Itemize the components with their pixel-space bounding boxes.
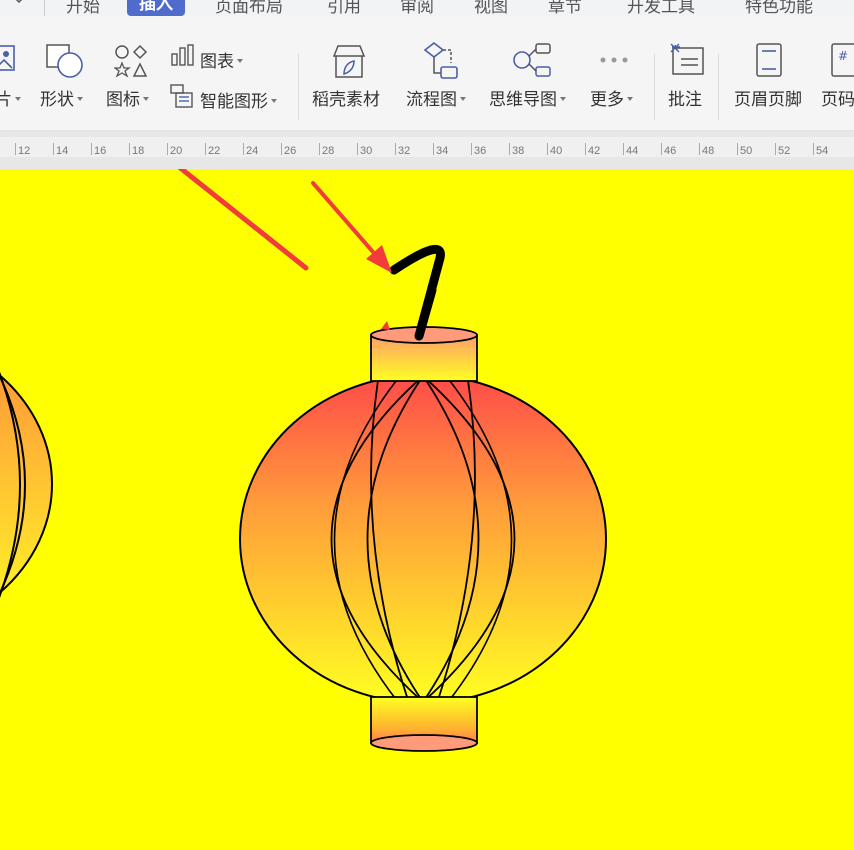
ruler-number: 32 xyxy=(398,145,411,157)
document-canvas[interactable] xyxy=(0,169,854,850)
ruler-number: 40 xyxy=(550,145,563,157)
ruler-number: 28 xyxy=(322,145,335,157)
ruler-number: 34 xyxy=(436,145,449,157)
header-footer-button[interactable]: 页眉页脚 xyxy=(734,85,802,110)
ruler-number: 48 xyxy=(702,145,715,157)
svg-text:#: # xyxy=(838,49,848,63)
tab-home[interactable]: 开始 xyxy=(66,0,100,16)
ruler-number: 18 xyxy=(132,145,145,157)
lantern-shape[interactable] xyxy=(239,245,607,752)
comment-button[interactable]: 批注 xyxy=(668,85,702,110)
ruler-number: 54 xyxy=(816,145,829,157)
mindmap-button[interactable]: 思维导图 xyxy=(489,85,566,110)
shape-icon[interactable] xyxy=(46,44,84,80)
ruler-number: 14 xyxy=(56,145,69,157)
picture-button[interactable]: 片 xyxy=(0,85,21,110)
ruler-strip: 12 14 16 18 20 22 24 26 28 30 32 34 36 3… xyxy=(0,137,854,157)
ruler-number: 50 xyxy=(740,145,753,157)
tab-special-features[interactable]: 特色功能 xyxy=(745,0,813,16)
daoke-material-icon[interactable] xyxy=(331,44,367,80)
mindmap-icon[interactable] xyxy=(512,41,552,79)
icons-gallery-icon[interactable] xyxy=(114,44,148,78)
more-button[interactable]: 更多 xyxy=(590,85,633,110)
tab-section[interactable]: 章节 xyxy=(548,0,582,16)
comment-icon[interactable] xyxy=(669,42,705,76)
menu-tab-bar: 开始 插入 页面布局 引用 审阅 视图 章节 开发工具 特色功能 xyxy=(0,0,854,16)
ribbon-toolbar: 片 形状 图标 图表 智能图形 稻壳素材 流程图 思维导图 更多 批注 页眉页脚… xyxy=(0,16,854,131)
drawing-area xyxy=(0,169,607,752)
smart-graphic-button[interactable]: 智能图形 xyxy=(200,87,277,112)
ruler-number: 44 xyxy=(626,145,639,157)
chart-button[interactable]: 图表 xyxy=(200,47,243,72)
picture-icon[interactable] xyxy=(0,44,18,74)
ruler-number: 38 xyxy=(512,145,525,157)
chart-icon[interactable] xyxy=(171,44,195,66)
smart-graphic-icon[interactable] xyxy=(170,84,194,108)
ruler-number: 42 xyxy=(588,145,601,157)
ruler-number: 46 xyxy=(664,145,677,157)
annotation-arrow-to-hook xyxy=(311,181,392,273)
flowchart-button[interactable]: 流程图 xyxy=(406,85,466,110)
icon-button[interactable]: 图标 xyxy=(106,85,149,110)
ruler-number: 26 xyxy=(284,145,297,157)
ruler-number: 22 xyxy=(208,145,221,157)
page-number-icon[interactable]: # xyxy=(830,42,854,78)
ruler-number: 24 xyxy=(246,145,259,157)
ruler-number: 36 xyxy=(474,145,487,157)
shape-button[interactable]: 形状 xyxy=(40,85,83,110)
annotation-arrow-to-shape xyxy=(177,169,309,271)
ribbon-divider xyxy=(654,54,655,120)
ruler-number: 30 xyxy=(360,145,373,157)
tab-page-layout[interactable]: 页面布局 xyxy=(215,0,283,16)
header-footer-icon[interactable] xyxy=(755,42,783,78)
tab-divider xyxy=(44,0,45,16)
tab-review[interactable]: 审阅 xyxy=(400,0,434,16)
horizontal-ruler[interactable]: 12 14 16 18 20 22 24 26 28 30 32 34 36 3… xyxy=(0,131,854,169)
ruler-number: 20 xyxy=(170,145,183,157)
flowchart-icon[interactable] xyxy=(421,41,459,81)
ruler-number: 52 xyxy=(778,145,791,157)
tab-developer[interactable]: 开发工具 xyxy=(627,0,695,16)
ruler-number: 12 xyxy=(18,145,31,157)
tab-view[interactable]: 视图 xyxy=(474,0,508,16)
lantern-partial-left[interactable] xyxy=(0,329,53,639)
page-number-button[interactable]: 页码 xyxy=(821,85,854,110)
tab-references[interactable]: 引用 xyxy=(327,0,361,16)
red-mark xyxy=(381,321,390,330)
ribbon-divider xyxy=(718,54,719,120)
ribbon-divider xyxy=(298,54,299,120)
chevron-down-icon[interactable] xyxy=(14,0,24,6)
tab-insert[interactable]: 插入 xyxy=(127,0,185,16)
more-dots-icon[interactable] xyxy=(599,56,629,64)
daoke-material-button[interactable]: 稻壳素材 xyxy=(312,85,380,110)
ruler-number: 16 xyxy=(94,145,107,157)
